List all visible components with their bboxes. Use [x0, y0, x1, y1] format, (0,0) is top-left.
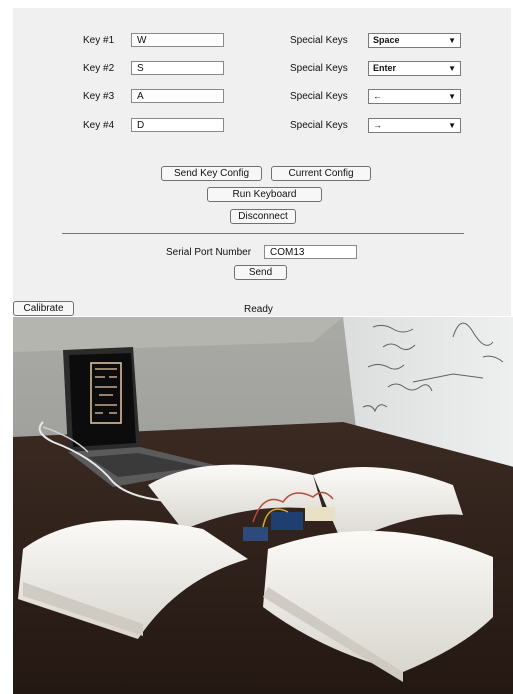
- disconnect-button[interactable]: Disconnect: [230, 209, 296, 224]
- key2-special-value: Enter: [373, 63, 397, 73]
- key2-input[interactable]: [131, 61, 224, 75]
- key4-input[interactable]: [131, 118, 224, 132]
- key1-input[interactable]: [131, 33, 224, 47]
- key2-label: Key #2: [83, 63, 115, 74]
- setup-photo: [13, 317, 513, 694]
- key3-label: Key #3: [83, 91, 115, 102]
- key4-label: Key #4: [83, 120, 115, 131]
- key1-special-label: Special Keys: [290, 35, 348, 46]
- key1-special-value: Space: [373, 35, 400, 45]
- status-text: Ready: [244, 304, 273, 315]
- send-key-config-button[interactable]: Send Key Config: [161, 166, 262, 181]
- send-button[interactable]: Send: [234, 265, 287, 280]
- serial-port-input[interactable]: [264, 245, 357, 259]
- run-keyboard-button[interactable]: Run Keyboard: [207, 187, 322, 202]
- key3-input[interactable]: [131, 89, 224, 103]
- key3-special-value: ←: [373, 91, 382, 101]
- current-config-button[interactable]: Current Config: [271, 166, 371, 181]
- key2-special-select[interactable]: Enter ▼: [368, 61, 461, 76]
- divider: [62, 233, 464, 234]
- key2-special-label: Special Keys: [290, 63, 348, 74]
- key3-special-label: Special Keys: [290, 91, 348, 102]
- key3-special-select[interactable]: ← ▼: [368, 89, 461, 104]
- key4-special-label: Special Keys: [290, 120, 348, 131]
- serial-port-label: Serial Port Number: [166, 247, 252, 258]
- chevron-down-icon: ▼: [448, 36, 456, 45]
- key4-special-select[interactable]: → ▼: [368, 118, 461, 133]
- calibrate-button[interactable]: Calibrate: [13, 301, 74, 316]
- chevron-down-icon: ▼: [448, 92, 456, 101]
- chevron-down-icon: ▼: [448, 121, 456, 130]
- key4-special-value: →: [373, 120, 382, 130]
- chevron-down-icon: ▼: [448, 64, 456, 73]
- key1-special-select[interactable]: Space ▼: [368, 33, 461, 48]
- key1-label: Key #1: [83, 35, 115, 46]
